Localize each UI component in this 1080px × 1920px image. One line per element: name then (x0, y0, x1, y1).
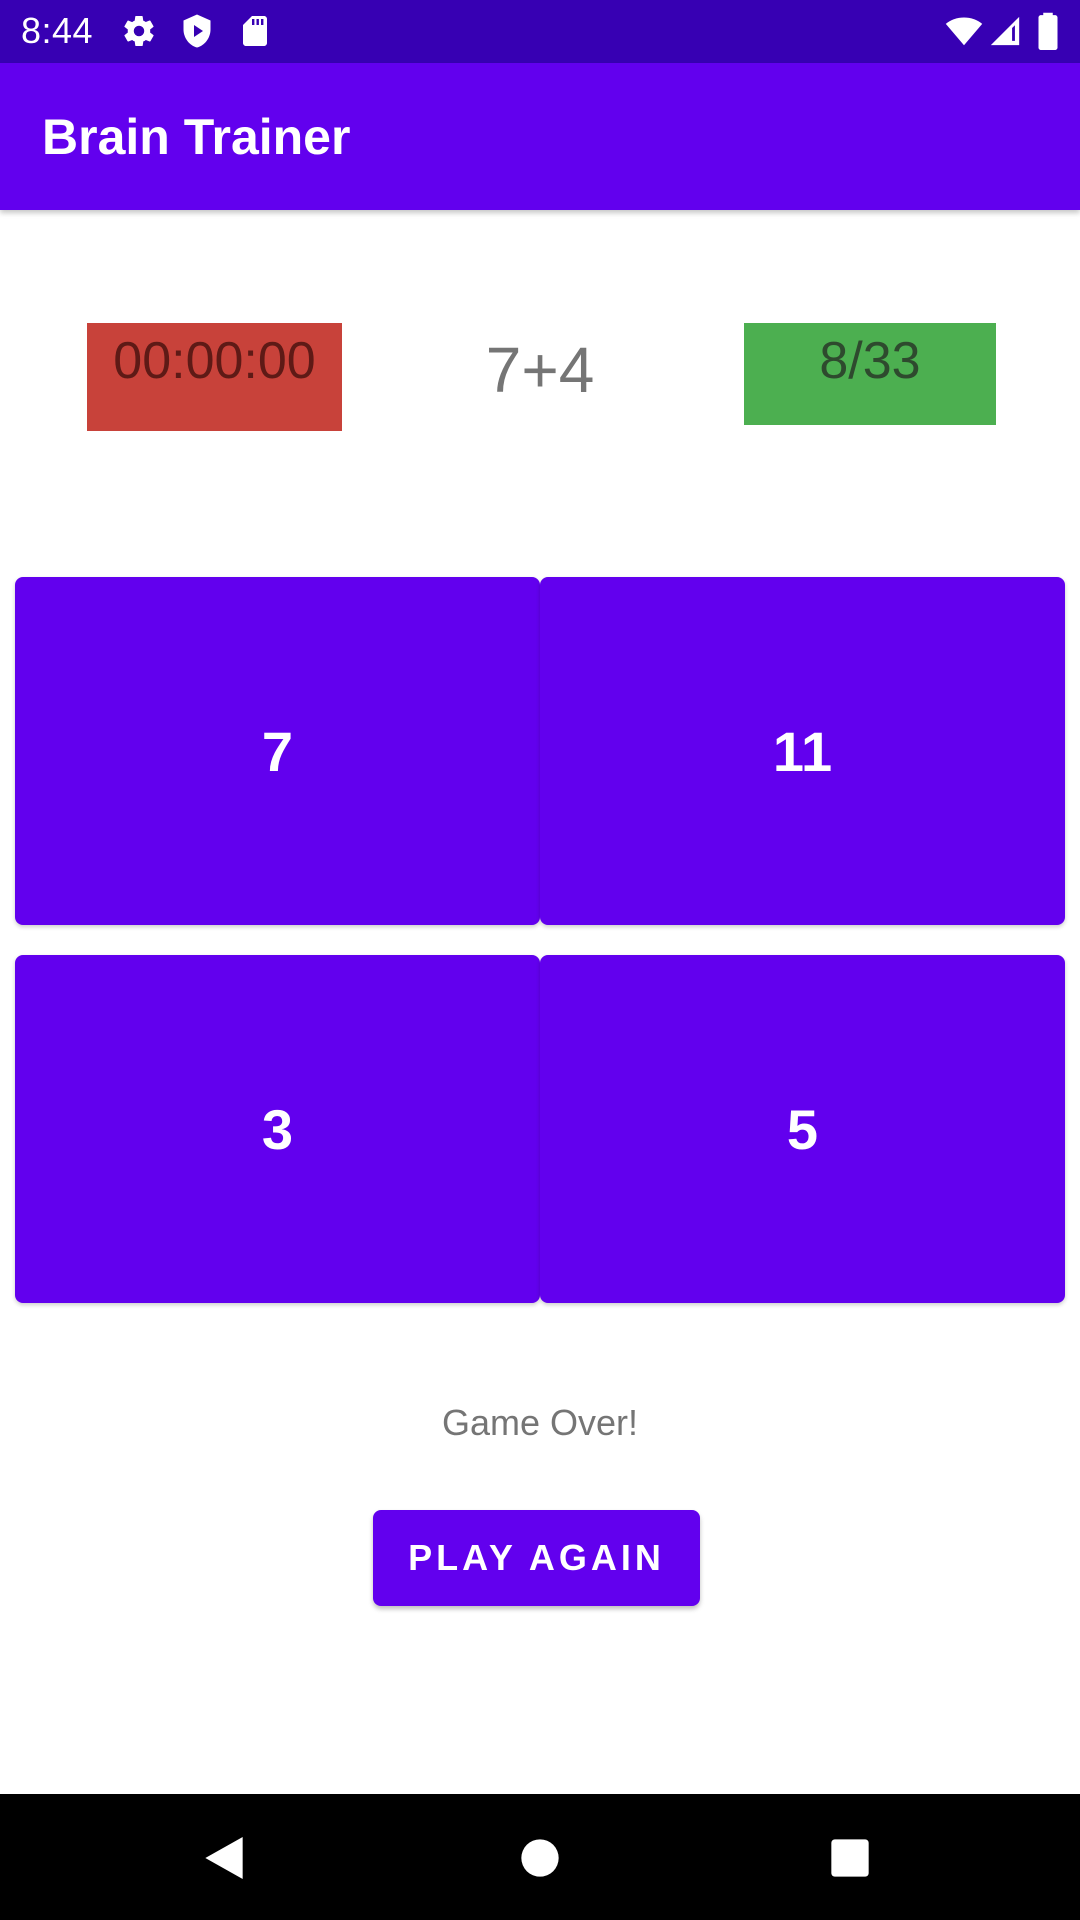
score-display: 8/33 (744, 323, 996, 425)
recents-icon[interactable] (822, 1830, 878, 1886)
signal-icon (990, 16, 1020, 46)
wifi-icon (945, 17, 983, 46)
settings-icon (124, 16, 154, 47)
navigation-bar (0, 1794, 1080, 1920)
battery-icon (1038, 12, 1058, 50)
status-time: 8:44 (21, 10, 94, 51)
app-bar: Brain Trainer (0, 63, 1080, 210)
home-icon[interactable] (512, 1830, 568, 1886)
status-bar: 8:44 (0, 0, 1080, 63)
answer-button-3[interactable]: 3 (15, 955, 540, 1303)
timer-display: 00:00:00 (87, 323, 342, 431)
question-text: 7+4 (485, 334, 595, 406)
shield-play-icon (183, 14, 211, 48)
answer-button-2[interactable]: 11 (540, 577, 1065, 925)
result-text: Game Over! (441, 1402, 639, 1443)
answer-button-1[interactable]: 7 (15, 577, 540, 925)
back-icon[interactable] (196, 1830, 252, 1886)
sd-card-icon (243, 16, 267, 46)
app-title: Brain Trainer (42, 109, 351, 165)
answer-button-4[interactable]: 5 (540, 955, 1065, 1303)
play-again-button[interactable]: PLAY AGAIN (373, 1510, 700, 1606)
